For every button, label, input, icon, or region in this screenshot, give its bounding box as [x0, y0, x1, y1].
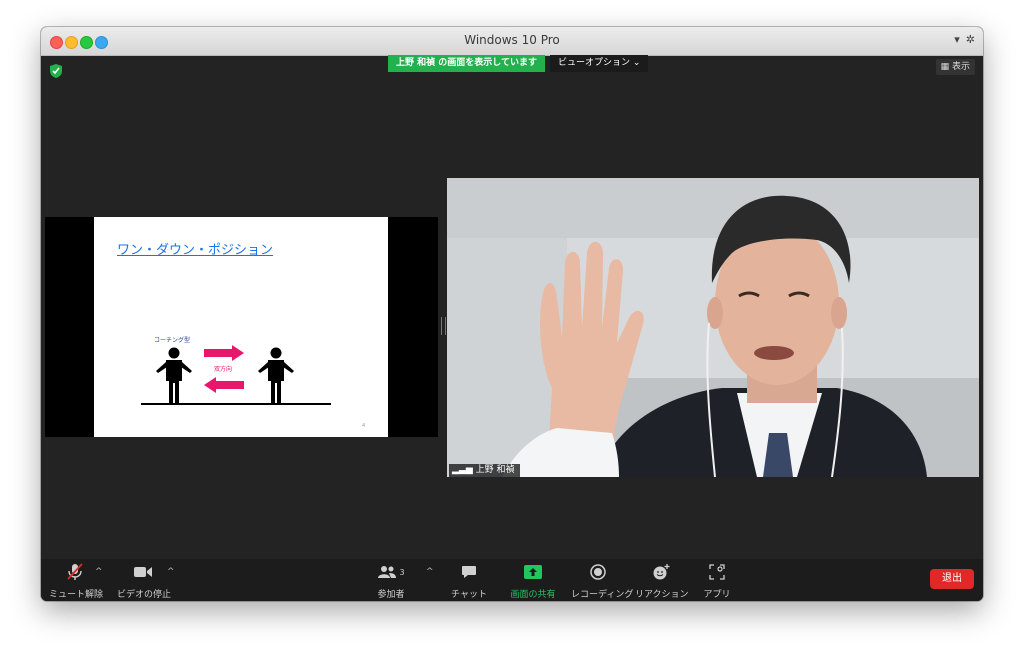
- person-figure-left: [156, 347, 192, 405]
- audio-options-caret-icon[interactable]: ^: [95, 567, 103, 577]
- titlebar-controls: ▾ ✲: [948, 33, 975, 46]
- unmute-label: ミュート解除: [49, 590, 104, 600]
- unmute-button[interactable]: ミュート解除: [49, 563, 104, 600]
- stop-video-label: ビデオの停止: [117, 590, 172, 600]
- signal-bars-icon: ▂▃▅: [452, 465, 473, 475]
- slide-page-number: 4: [362, 423, 366, 429]
- share-screen-icon: [524, 565, 542, 579]
- participant-name-tag: ▂▃▅ 上野 和禎: [449, 464, 520, 477]
- sharing-banner: 上野 和禎 の画面を表示しています: [388, 55, 545, 72]
- apps-label: アプリ: [703, 590, 731, 600]
- split-view-handle[interactable]: [441, 317, 446, 335]
- reactions-label: リアクション: [635, 590, 689, 600]
- video-options-caret-icon[interactable]: ^: [167, 567, 175, 577]
- record-label: レコーディング: [571, 590, 634, 600]
- zoom-window: Windows 10 Pro ▾ ✲ 上野 和禎 の画面を表示しています ビューオ…: [41, 27, 983, 601]
- video-feed-image: [447, 178, 979, 477]
- arrow-left-icon: [204, 377, 244, 393]
- title-bar: Windows 10 Pro ▾ ✲: [41, 27, 983, 56]
- coaching-label: コーチング型: [154, 337, 191, 344]
- participants-button[interactable]: 3 参加者: [371, 563, 411, 600]
- bidirectional-label: 双方向: [214, 366, 233, 373]
- participant-video[interactable]: ▂▃▅ 上野 和禎: [447, 178, 979, 477]
- display-label: 表示: [951, 62, 970, 72]
- share-screen-label: 画面の共有: [510, 590, 556, 600]
- chat-bubble-icon: [462, 566, 476, 578]
- participants-count: 3: [399, 567, 405, 577]
- chat-button[interactable]: チャット: [449, 563, 489, 600]
- ground-line: [141, 403, 331, 405]
- shared-screen: ワン・ダウン・ポジション コーチング型 双方向 4: [45, 217, 438, 437]
- gear-icon[interactable]: ✲: [966, 33, 975, 46]
- leave-meeting-button[interactable]: 退出: [930, 569, 974, 589]
- chat-label: チャット: [451, 590, 487, 600]
- reactions-button[interactable]: リアクション: [635, 563, 689, 600]
- record-icon: [590, 564, 606, 580]
- view-options-button[interactable]: ビューオプション ⌄: [550, 55, 649, 72]
- meeting-toolbar: ミュート解除 ^ ビデオの停止 ^ 3 参加者 ^ チャット 画面の共有 レコー…: [41, 559, 983, 601]
- presentation-slide: ワン・ダウン・ポジション コーチング型 双方向 4: [94, 217, 388, 437]
- apps-icon: [709, 564, 725, 580]
- slide-title: ワン・ダウン・ポジション: [117, 243, 274, 258]
- smiley-plus-icon: [653, 564, 670, 580]
- window-title: Windows 10 Pro: [464, 33, 560, 47]
- person-figure-right: [258, 347, 294, 405]
- record-button[interactable]: レコーディング: [571, 563, 634, 600]
- participant-name: 上野 和禎: [475, 465, 515, 475]
- stop-video-button[interactable]: ビデオの停止: [117, 563, 172, 600]
- share-screen-button[interactable]: 画面の共有: [507, 563, 559, 600]
- arrow-right-icon: [204, 345, 244, 361]
- apps-button[interactable]: アプリ: [697, 563, 737, 600]
- participants-caret-icon[interactable]: ^: [426, 567, 434, 577]
- participants-icon: [378, 566, 397, 578]
- display-button[interactable]: ▦ 表示: [935, 59, 975, 75]
- grid-icon: ▦: [940, 62, 950, 72]
- muted-mic-icon: [67, 563, 83, 580]
- video-camera-icon: [134, 567, 152, 577]
- dropdown-triangle-icon[interactable]: ▾: [954, 33, 960, 46]
- participants-label: 参加者: [377, 590, 405, 600]
- shield-check-icon[interactable]: [49, 63, 63, 79]
